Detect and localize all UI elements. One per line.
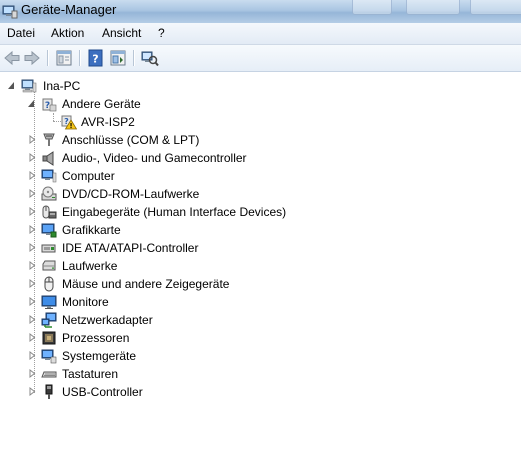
tree-category-keyboards[interactable]: Tastaturen: [0, 365, 300, 383]
expand-arrow-icon[interactable]: [28, 261, 36, 270]
background-window-tab: [406, 0, 460, 15]
view-icon[interactable]: [109, 49, 127, 67]
disk-drive-icon: [42, 260, 56, 271]
scan-hardware-icon[interactable]: [141, 49, 159, 67]
tree-category-label: DVD/CD-ROM-Laufwerke: [62, 187, 200, 201]
tree-category-label: Mäuse und andere Zeigegeräte: [62, 277, 230, 291]
back-arrow-icon[interactable]: [3, 49, 21, 67]
tree-device-avr-isp2[interactable]: ? AVR-ISP2: [0, 113, 200, 131]
usb-icon: [45, 384, 53, 399]
tree-category-label: Netzwerkadapter: [62, 313, 153, 327]
tree-root-label: Ina-PC: [43, 79, 81, 93]
keyboard-icon: [41, 371, 57, 378]
menu-bar: Datei Aktion Ansicht ?: [0, 23, 521, 45]
tree-category-audio[interactable]: Audio-, Video- und Gamecontroller: [0, 149, 300, 167]
computer-icon: [21, 79, 37, 93]
svg-text:?: ?: [45, 101, 50, 111]
dvd-drive-icon: [41, 186, 57, 201]
tree-category-label: USB-Controller: [62, 385, 143, 399]
expand-arrow-icon[interactable]: [28, 189, 36, 198]
warning-device-icon: ?: [61, 115, 77, 130]
expand-arrow-icon[interactable]: [28, 135, 36, 144]
tree-category-label: Systemgeräte: [62, 349, 137, 363]
expand-arrow-icon[interactable]: [28, 207, 36, 216]
expand-arrow-icon[interactable]: [28, 315, 36, 324]
monitor-icon: [41, 295, 57, 309]
port-icon: [43, 133, 55, 146]
tree-category-hid[interactable]: Eingabegeräte (Human Interface Devices): [0, 203, 320, 221]
window-title: Geräte-Manager: [21, 2, 117, 17]
tree-category-computer[interactable]: Computer: [0, 167, 300, 185]
tree-category-label: Computer: [62, 169, 115, 183]
title-bar[interactable]: Geräte-Manager: [0, 0, 521, 23]
tree-category-label: Tastaturen: [62, 367, 119, 381]
tree-category-mice[interactable]: Mäuse und andere Zeigegeräte: [0, 275, 300, 293]
tree-category-label: Audio-, Video- und Gamecontroller: [62, 151, 247, 165]
expand-arrow-icon[interactable]: [28, 297, 36, 306]
tree-category-label: Andere Geräte: [62, 97, 141, 111]
menu-file[interactable]: Datei: [7, 26, 35, 40]
tree-device-label: AVR-ISP2: [81, 115, 135, 129]
toolbar: ?: [0, 45, 521, 72]
background-window-tab: [470, 0, 521, 15]
toolbar-separator: [47, 50, 48, 66]
tree-category-label: Grafikkarte: [62, 223, 121, 237]
properties-icon[interactable]: [55, 49, 73, 67]
tree-category-disk-drives[interactable]: Laufwerke: [0, 257, 300, 275]
toolbar-separator: [133, 50, 134, 66]
processor-icon: [42, 331, 56, 345]
forward-arrow-icon[interactable]: [23, 49, 41, 67]
expand-arrow-icon[interactable]: [28, 333, 36, 342]
menu-action[interactable]: Aktion: [51, 26, 84, 40]
mouse-icon: [44, 276, 54, 292]
collapse-arrow-icon[interactable]: [7, 81, 15, 90]
tree-category-other-devices[interactable]: ? Andere Geräte: [0, 95, 200, 113]
tree-category-processors[interactable]: Prozessoren: [0, 329, 300, 347]
menu-help[interactable]: ?: [158, 26, 165, 40]
computer-icon: [41, 169, 57, 183]
tree-category-label: Laufwerke: [62, 259, 118, 273]
menu-view[interactable]: Ansicht: [102, 26, 141, 40]
system-device-icon: [41, 349, 57, 364]
tree-category-network-adapters[interactable]: Netzwerkadapter: [0, 311, 300, 329]
svg-text:?: ?: [92, 53, 98, 66]
help-icon[interactable]: ?: [87, 49, 105, 67]
speaker-icon: [42, 151, 54, 166]
tree-category-label: Anschlüsse (COM & LPT): [62, 133, 200, 147]
tree-category-label: IDE ATA/ATAPI-Controller: [62, 241, 199, 255]
tree-category-ports[interactable]: Anschlüsse (COM & LPT): [0, 131, 300, 149]
background-window-tab: [352, 0, 392, 15]
device-tree[interactable]: Ina-PC ? Andere Geräte ? AVR-ISP2 Anschl…: [0, 72, 521, 453]
hid-icon: [42, 205, 57, 219]
expand-arrow-icon[interactable]: [28, 243, 36, 252]
tree-category-ide-controller[interactable]: IDE ATA/ATAPI-Controller: [0, 239, 300, 257]
expand-arrow-icon[interactable]: [28, 387, 36, 396]
toolbar-separator: [79, 50, 80, 66]
expand-arrow-icon[interactable]: [28, 279, 36, 288]
tree-category-label: Monitore: [62, 295, 109, 309]
tree-root[interactable]: Ina-PC: [0, 77, 200, 95]
expand-arrow-icon[interactable]: [28, 171, 36, 180]
tree-category-monitors[interactable]: Monitore: [0, 293, 300, 311]
tree-category-usb[interactable]: USB-Controller: [0, 383, 300, 401]
ide-controller-icon: [41, 244, 56, 253]
unknown-device-icon: ?: [42, 98, 57, 112]
device-manager-icon: [2, 5, 18, 19]
expand-arrow-icon[interactable]: [28, 225, 36, 234]
display-adapter-icon: [41, 223, 57, 238]
tree-category-label: Prozessoren: [62, 331, 130, 345]
tree-category-label: Eingabegeräte (Human Interface Devices): [62, 205, 287, 219]
expand-arrow-icon[interactable]: [28, 153, 36, 162]
expand-arrow-icon[interactable]: [28, 351, 36, 360]
tree-category-display-adapter[interactable]: Grafikkarte: [0, 221, 300, 239]
network-adapter-icon: [41, 312, 57, 328]
collapse-arrow-icon[interactable]: [27, 99, 35, 108]
tree-category-system-devices[interactable]: Systemgeräte: [0, 347, 300, 365]
expand-arrow-icon[interactable]: [28, 369, 36, 378]
tree-category-dvd[interactable]: DVD/CD-ROM-Laufwerke: [0, 185, 300, 203]
